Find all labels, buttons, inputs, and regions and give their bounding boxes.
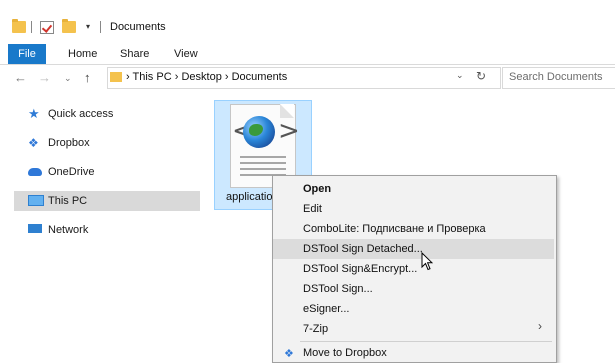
- up-arrow-icon[interactable]: ↑: [84, 70, 91, 85]
- star-icon: ★: [28, 106, 40, 121]
- tab-file[interactable]: File: [8, 44, 46, 64]
- menu-item-dstool-sign[interactable]: DSTool Sign...: [273, 279, 554, 299]
- sidebar-item-quick-access[interactable]: ★ Quick access: [14, 104, 200, 124]
- dropbox-icon: ❖: [28, 136, 39, 150]
- menu-item-label: DSTool Sign...: [303, 283, 373, 295]
- menu-item-label: Edit: [303, 203, 322, 215]
- menu-item-dstool-sign-encrypt[interactable]: DSTool Sign&Encrypt...: [273, 259, 554, 279]
- title-bar: [0, 0, 615, 38]
- menu-item-label: ComboLite: Подписване и Проверка: [303, 223, 486, 235]
- search-placeholder: Search Documents: [509, 71, 603, 83]
- menu-item-open[interactable]: Open: [273, 179, 554, 199]
- breadcrumb-desktop[interactable]: Desktop: [181, 71, 221, 83]
- back-arrow-icon[interactable]: ←: [14, 70, 27, 85]
- computer-icon: [28, 195, 44, 206]
- menu-item-label: Open: [303, 183, 332, 195]
- divider: [31, 21, 32, 33]
- tab-share[interactable]: Share: [120, 44, 149, 64]
- breadcrumb-this-pc[interactable]: This PC: [133, 71, 172, 83]
- breadcrumb[interactable]: › This PC › Desktop › Documents: [126, 71, 287, 83]
- refresh-icon[interactable]: ↻: [476, 69, 486, 83]
- sidebar-item-label: Dropbox: [48, 137, 90, 149]
- window-title: Documents: [110, 21, 166, 33]
- menu-separator: [300, 341, 552, 342]
- forward-arrow-icon[interactable]: →: [38, 70, 51, 85]
- sidebar-item-this-pc[interactable]: This PC: [14, 191, 200, 211]
- file-name-label[interactable]: applicatio: [226, 191, 274, 203]
- network-icon: [28, 224, 42, 233]
- folder-icon: [12, 19, 26, 33]
- cloud-icon: [28, 168, 42, 176]
- menu-item-label: Move to Dropbox: [303, 347, 387, 359]
- sidebar-item-label: Quick access: [48, 108, 114, 120]
- menu-item-label: 7-Zip: [303, 323, 329, 335]
- text-line: [240, 156, 286, 158]
- menu-item-label: DSTool Sign&Encrypt...: [303, 263, 418, 275]
- sidebar-item-label: This PC: [48, 195, 88, 207]
- breadcrumb-separator: ›: [224, 71, 232, 83]
- sidebar-item-onedrive[interactable]: OneDrive: [14, 162, 200, 182]
- menu-item-label: eSigner...: [303, 303, 350, 315]
- right-bracket-glyph: >: [278, 116, 300, 146]
- menu-item-7zip[interactable]: 7-Zip: [273, 319, 554, 339]
- tab-view[interactable]: View: [174, 44, 198, 64]
- menu-item-esigner[interactable]: eSigner...: [273, 299, 554, 319]
- submenu-arrow-icon: ›: [538, 319, 542, 333]
- new-folder-icon[interactable]: [62, 19, 76, 33]
- menu-item-combolite[interactable]: ComboLite: Подписване и Проверка: [273, 219, 554, 239]
- tab-home[interactable]: Home: [68, 44, 97, 64]
- sidebar-item-dropbox[interactable]: ❖ Dropbox: [14, 133, 200, 153]
- properties-check-icon[interactable]: [40, 21, 54, 34]
- menu-item-label: DSTool Sign Detached...: [303, 243, 423, 255]
- breadcrumb-documents[interactable]: Documents: [232, 71, 288, 83]
- dropbox-icon: ❖: [284, 348, 294, 360]
- customize-toolbar-icon[interactable]: ▾: [86, 22, 90, 31]
- address-dropdown-icon[interactable]: ⌄: [456, 70, 464, 81]
- menu-item-move-to-dropbox[interactable]: Move to Dropbox: [273, 343, 554, 363]
- menu-item-dstool-sign-detached[interactable]: DSTool Sign Detached...: [273, 239, 554, 259]
- sidebar-item-label: OneDrive: [48, 166, 95, 178]
- sidebar-item-label: Network: [48, 224, 89, 236]
- text-line: [240, 168, 286, 170]
- menu-item-edit[interactable]: Edit: [273, 199, 554, 219]
- recent-locations-chevron-icon[interactable]: ⌄: [64, 73, 72, 84]
- text-line: [240, 162, 286, 164]
- sidebar-item-network[interactable]: Network: [14, 220, 200, 240]
- divider: [100, 21, 101, 33]
- mouse-cursor-icon: [421, 252, 433, 271]
- folder-icon: [110, 72, 122, 82]
